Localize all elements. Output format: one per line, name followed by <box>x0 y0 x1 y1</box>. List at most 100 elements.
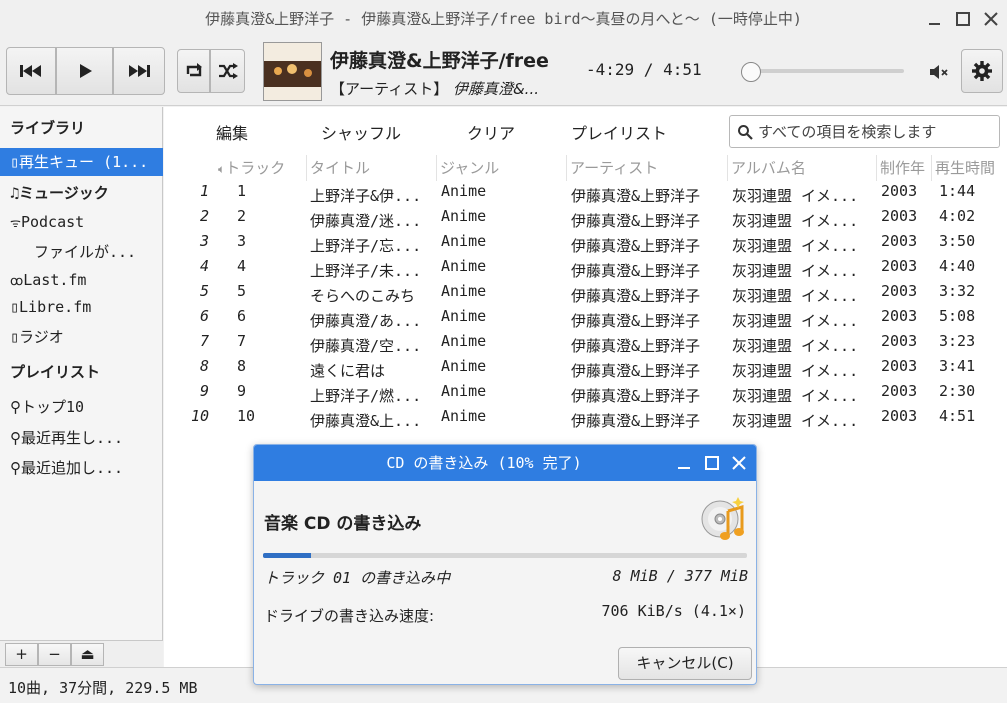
sidebar-item-lastfm[interactable]: ꝏLast.fm <box>0 266 163 294</box>
column-year[interactable]: 制作年 <box>877 155 932 181</box>
column-artist[interactable]: アーティスト <box>567 155 728 181</box>
table-row[interactable]: 9 9 上野洋子/燃... Anime 伊藤真澄&上野洋子 灰羽連盟 イメ... 2003 2… <box>164 381 1007 406</box>
cell-duration: 4:51 <box>939 407 976 425</box>
window-titlebar: 伊藤真澄&上野洋子 - 伊藤真澄&上野洋子/free bird〜真昼の月へと〜 … <box>0 0 1007 38</box>
dialog-minimize-icon[interactable] <box>675 454 693 476</box>
dialog-titlebar: CD の書き込み (10% 完了) <box>254 445 756 481</box>
search-input[interactable] <box>756 120 996 144</box>
sidebar-item-librefm[interactable]: ▯Libre.fm <box>0 293 163 321</box>
menu-clear[interactable]: クリア <box>467 120 515 144</box>
sidebar-item-label: 最近追加し... <box>21 459 124 477</box>
device-icon: ▯ <box>10 298 20 316</box>
cell-year: 2003 <box>881 182 918 200</box>
dialog-maximize-icon[interactable] <box>703 454 721 476</box>
album-art[interactable] <box>263 42 322 101</box>
table-row[interactable]: 2 2 伊藤真澄/迷... Anime 伊藤真澄&上野洋子 灰羽連盟 イメ... 2003 4… <box>164 206 1007 231</box>
table-row[interactable]: 10 10 伊藤真澄&上... Anime 伊藤真澄&上野洋子 灰羽連盟 イメ... 200… <box>164 406 1007 431</box>
table-row[interactable]: 5 5 そらへのこみち Anime 伊藤真澄&上野洋子 灰羽連盟 イメ... 2003 3:3… <box>164 281 1007 306</box>
cell-track: 10 <box>237 407 256 425</box>
burn-status: トラック 01 の書き込み中 <box>264 569 451 587</box>
table-row[interactable]: 1 1 上野洋子&伊... Anime 伊藤真澄&上野洋子 灰羽連盟 イメ... 2003 1… <box>164 181 1007 206</box>
play-icon <box>79 64 92 78</box>
sidebar-item-recently-added[interactable]: ⚲最近追加し... <box>0 454 163 482</box>
burn-size: 8 MiB / 377 MiB <box>612 567 748 585</box>
previous-icon <box>20 65 41 77</box>
cell-genre: Anime <box>441 357 487 375</box>
menu-edit[interactable]: 編集 <box>216 120 248 144</box>
table-row[interactable]: 8 8 遠くに君は Anime 伊藤真澄&上野洋子 灰羽連盟 イメ... 2003 3:41 <box>164 356 1007 381</box>
cell-track: 6 <box>237 307 247 325</box>
sidebar-item-label: ミュージック <box>19 184 109 202</box>
queue-icon: ▯ <box>10 153 20 171</box>
cell-duration: 1:44 <box>939 182 976 200</box>
cell-genre: Anime <box>441 407 487 425</box>
cell-idx: 7 <box>199 332 209 350</box>
close-icon[interactable] <box>981 9 1001 29</box>
cell-genre: Anime <box>441 257 487 275</box>
sidebar-item-queue[interactable]: ▯再生キュー (1... <box>0 148 163 176</box>
cell-track: 1 <box>237 182 247 200</box>
cell-idx: 2 <box>199 207 209 225</box>
table-row[interactable]: 3 3 上野洋子/忘... Anime 伊藤真澄&上野洋子 灰羽連盟 イメ... 2003 3… <box>164 231 1007 256</box>
sidebar-item-recently-played[interactable]: ⚲最近再生し... <box>0 424 163 452</box>
play-button[interactable] <box>56 47 113 95</box>
column-track[interactable]: 🔈︎トラック <box>212 155 307 181</box>
sidebar-item-label: Libre.fm <box>19 298 92 316</box>
maximize-icon[interactable] <box>953 9 973 29</box>
cell-track: 7 <box>237 332 247 350</box>
cancel-button[interactable]: キャンセル(C) <box>618 647 752 680</box>
next-button[interactable] <box>113 47 165 95</box>
cell-year: 2003 <box>881 232 918 250</box>
cell-idx: 4 <box>199 257 209 275</box>
table-row[interactable]: 7 7 伊藤真澄/空... Anime 伊藤真澄&上野洋子 灰羽連盟 イメ... 2003 3… <box>164 331 1007 356</box>
search-icon <box>738 125 753 140</box>
cell-track: 4 <box>237 257 247 275</box>
seek-slider-handle[interactable] <box>741 62 761 82</box>
column-duration[interactable]: 再生時間 <box>932 155 1007 181</box>
search-box[interactable] <box>729 115 1000 148</box>
column-title[interactable]: タイトル <box>307 155 437 181</box>
sidebar-item-podcast[interactable]: ᯤPodcast <box>0 208 163 236</box>
sidebar-item-radio[interactable]: ▯ラジオ <box>0 323 163 351</box>
menu-shuffle[interactable]: シャッフル <box>321 120 401 144</box>
cell-duration: 3:41 <box>939 357 976 375</box>
volume-muted-icon[interactable] <box>928 62 950 86</box>
lastfm-icon: ꝏ <box>10 274 24 289</box>
minimize-icon[interactable] <box>925 9 945 29</box>
table-row[interactable]: 6 6 伊藤真澄/あ... Anime 伊藤真澄&上野洋子 灰羽連盟 イメ... 2003 5… <box>164 306 1007 331</box>
cell-track: 8 <box>237 357 247 375</box>
add-button[interactable]: + <box>5 643 38 666</box>
sidebar-item-music[interactable]: ♫ミュージック <box>0 179 163 207</box>
next-icon <box>129 65 150 77</box>
column-album[interactable]: アルバム名 <box>728 155 877 181</box>
cell-year: 2003 <box>881 357 918 375</box>
menu-playlist[interactable]: プレイリスト <box>571 120 667 144</box>
dialog-close-icon[interactable] <box>730 454 748 476</box>
previous-button[interactable] <box>6 47 56 95</box>
eject-button[interactable]: ⏏ <box>71 643 104 666</box>
table-row[interactable]: 4 4 上野洋子/未... Anime 伊藤真澄&上野洋子 灰羽連盟 イメ... 2003 4… <box>164 256 1007 281</box>
cd-music-icon <box>700 497 746 547</box>
sidebar-item-label: Last.fm <box>23 271 87 289</box>
sidebar-item-label: トップ10 <box>21 398 85 416</box>
library-header: ライブラリ <box>10 119 86 137</box>
burn-progress-fill <box>263 553 312 558</box>
burn-progress-bar <box>263 553 747 558</box>
shuffle-button[interactable] <box>210 49 245 93</box>
cell-year: 2003 <box>881 282 918 300</box>
settings-button[interactable] <box>961 49 1003 93</box>
artist-name: 伊藤真澄&... <box>452 80 539 98</box>
sidebar-item-files[interactable]: ファイルが... <box>0 238 163 266</box>
cell-duration: 4:40 <box>939 257 976 275</box>
cell-year: 2003 <box>881 332 918 350</box>
column-genre[interactable]: ジャンル <box>437 155 567 181</box>
cell-track: 3 <box>237 232 247 250</box>
sidebar-item-label: ファイルが... <box>34 243 137 261</box>
sidebar-item-top10[interactable]: ⚲トップ10 <box>0 393 163 421</box>
cell-genre: Anime <box>441 307 487 325</box>
seek-slider[interactable] <box>742 69 904 73</box>
repeat-button[interactable] <box>177 49 210 93</box>
remove-button[interactable]: − <box>38 643 71 666</box>
cell-year: 2003 <box>881 207 918 225</box>
cell-duration: 2:30 <box>939 382 976 400</box>
